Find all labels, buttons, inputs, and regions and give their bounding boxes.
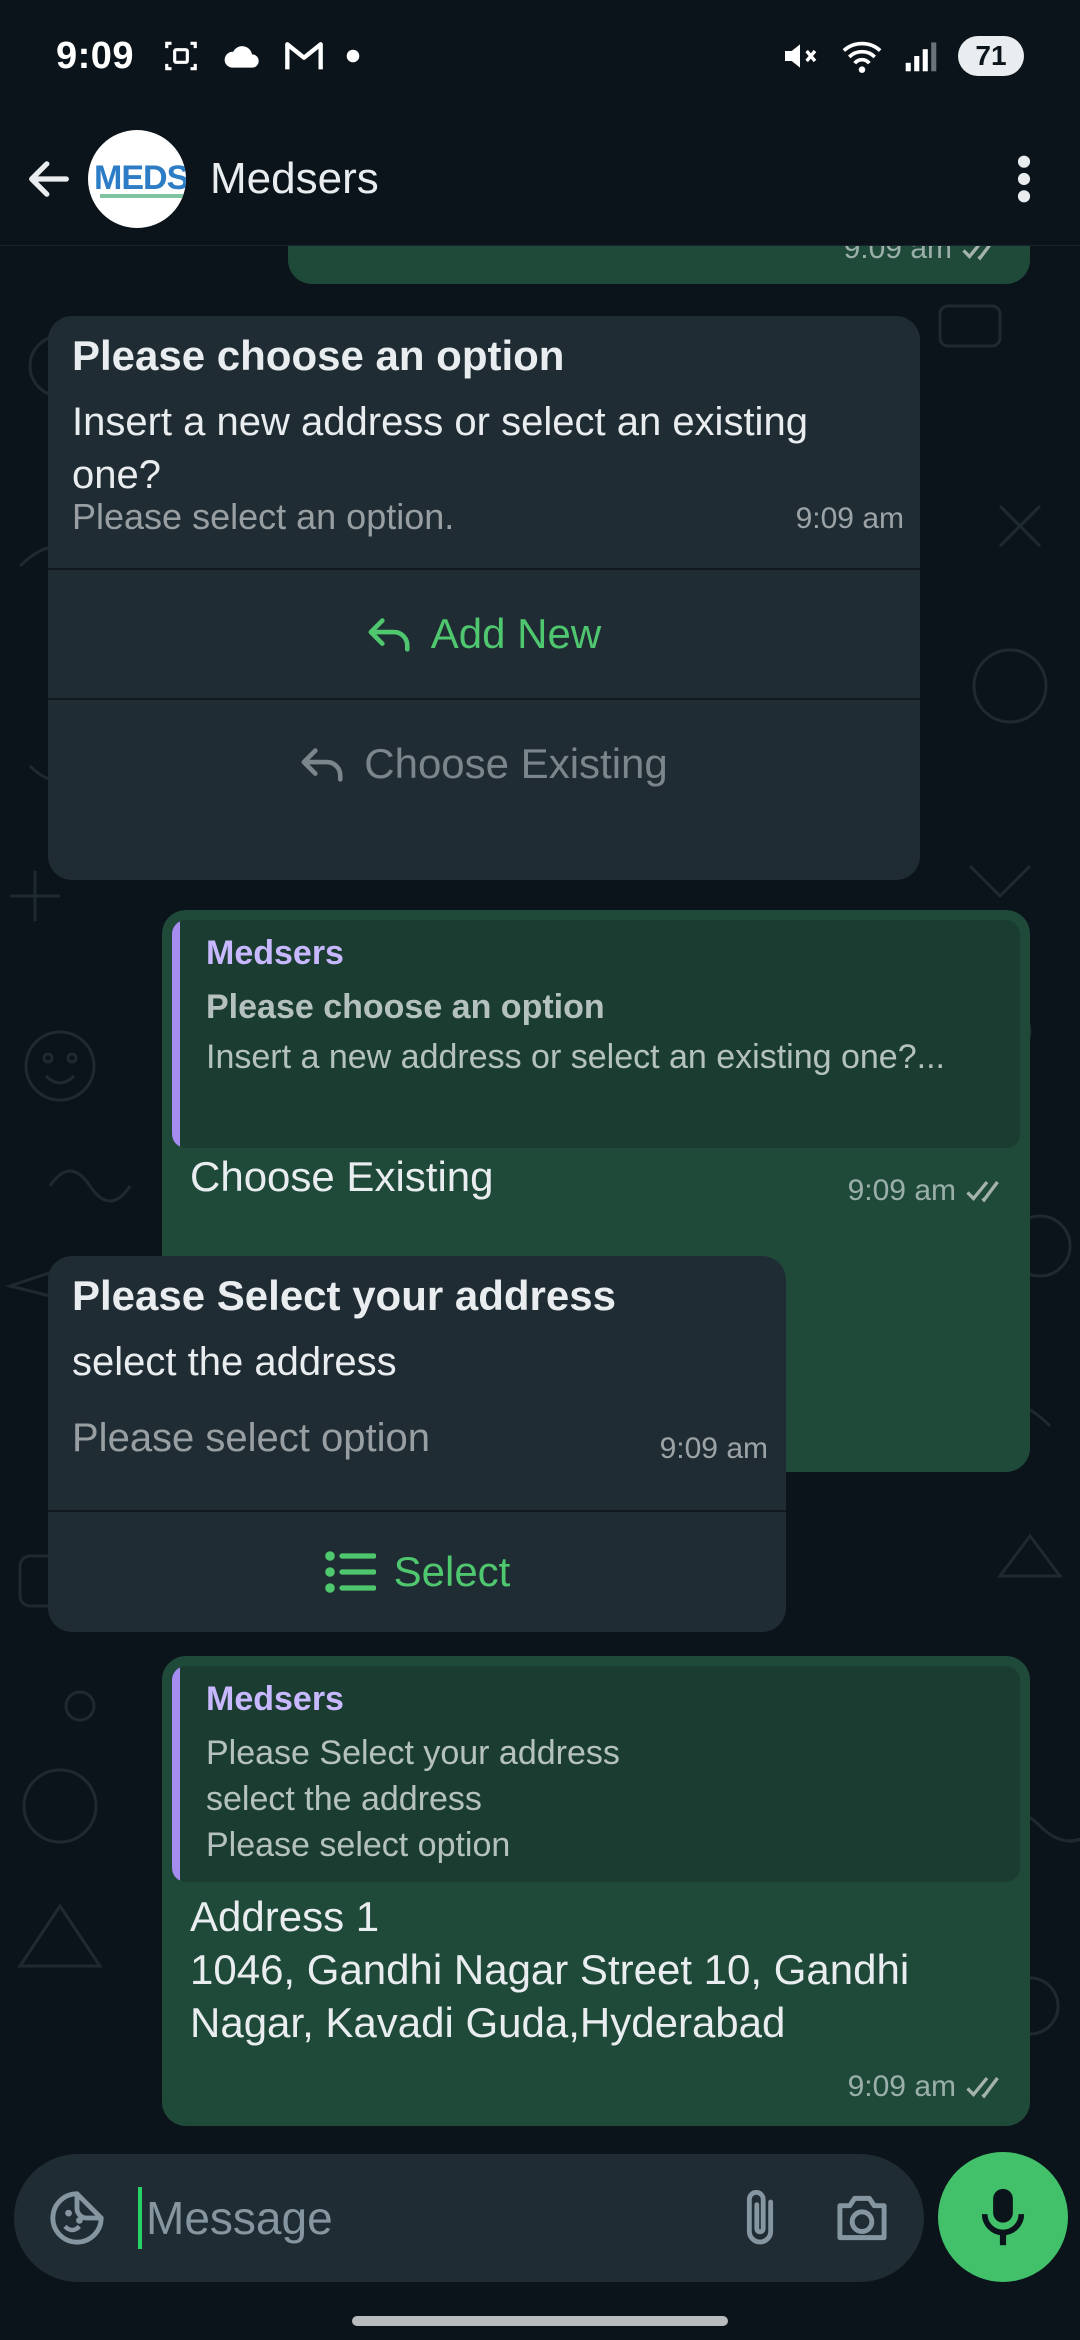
message-bubble-incoming-options: Please choose an option Insert a new add…: [48, 316, 920, 880]
screenshot-icon: [165, 41, 197, 71]
avatar-logo-text: MEDSE: [94, 159, 186, 197]
dot-icon: [346, 49, 360, 63]
message-text: Choose Existing: [190, 1153, 494, 1200]
message-title: Please choose an option: [72, 332, 565, 379]
camera-button[interactable]: [822, 2178, 902, 2258]
text-caret: [138, 2187, 142, 2249]
status-bar: 9:09 71: [0, 0, 1080, 112]
message-time: 9:09 am: [796, 502, 904, 536]
message-time: 9:09 am: [848, 1174, 1008, 1208]
gmail-icon: [285, 42, 323, 70]
double-check-icon: [966, 2076, 999, 2099]
message-timestamp: 9:09 am: [847, 2070, 956, 2103]
avatar[interactable]: MEDSE: [88, 129, 186, 228]
add-new-label: Add New: [430, 610, 602, 657]
message-text-line: 1046, Gandhi Nagar Street 10, Gandhi: [190, 1946, 910, 1993]
more-options-button[interactable]: [994, 139, 1054, 219]
quoted-message[interactable]: Medsers Please Select your address selec…: [172, 1666, 1020, 1882]
quote-bar: [172, 920, 180, 1148]
status-notification-icons: [162, 37, 360, 75]
double-check-icon: [966, 1180, 999, 1203]
message-time: 9:09 am: [848, 2070, 1008, 2104]
double-check-icon: [962, 246, 992, 261]
list-icon: [324, 1551, 376, 1593]
quote-text: Insert a new address or select an existi…: [206, 1038, 945, 1076]
avatar-logo-underline: [100, 193, 186, 198]
voice-message-button[interactable]: [938, 2152, 1068, 2282]
quote-sender: Medsers: [206, 934, 344, 972]
gesture-handle[interactable]: [352, 2316, 728, 2326]
quoted-message[interactable]: Medsers Please choose an option Insert a…: [172, 920, 1020, 1148]
more-vertical-icon: [1017, 155, 1031, 202]
add-new-button[interactable]: Add New: [48, 568, 920, 698]
message-input[interactable]: [146, 2191, 666, 2245]
sticker-icon: [50, 2191, 104, 2245]
status-time: 9:09: [56, 34, 135, 77]
chat-header: MEDSE Medsers: [0, 112, 1080, 246]
select-button[interactable]: Select: [48, 1510, 786, 1632]
message-footer: Please select option: [72, 1416, 431, 1460]
choose-existing-button[interactable]: Choose Existing: [48, 698, 920, 828]
message-time: 9:09 am: [844, 246, 1004, 266]
contact-name[interactable]: Medsers: [210, 154, 379, 204]
message-bubble-outgoing-address[interactable]: Medsers Please Select your address selec…: [162, 1656, 1030, 2126]
chat-area[interactable]: No 9:09 am Please choose an option Inser…: [0, 246, 1080, 2150]
status-system-icons: 71: [780, 36, 1024, 76]
camera-icon: [837, 2195, 887, 2241]
message-text-line: Address 1: [190, 1893, 380, 1940]
message-timestamp: 9:09 am: [795, 502, 904, 535]
choose-existing-label: Choose Existing: [364, 740, 668, 787]
wifi-icon: [842, 41, 882, 73]
paperclip-icon: [746, 2190, 774, 2245]
arrow-left-icon: [29, 160, 69, 197]
message-text-line: Nagar, Kavadi Guda,Hyderabad: [190, 1999, 786, 2046]
reply-icon: [368, 618, 410, 652]
message-body: Insert a new address or select an existi…: [72, 400, 808, 497]
message-text: No: [316, 246, 370, 257]
cloud-icon: [224, 46, 259, 68]
message-composer: [14, 2154, 924, 2282]
message-body: select the address: [72, 1340, 397, 1384]
message-time: 9:09 am: [660, 1432, 768, 1466]
message-timestamp: 9:09 am: [843, 246, 952, 265]
quote-line: Please select option: [206, 1826, 511, 1864]
message-timestamp: 9:09 am: [659, 1432, 768, 1465]
system-nav-bar: [0, 2290, 1080, 2340]
sticker-button[interactable]: [42, 2183, 112, 2253]
quote-line: Please Select your address: [206, 1734, 620, 1772]
message-footer: Please select an option.: [72, 496, 455, 537]
quote-line: select the address: [206, 1780, 482, 1818]
reply-icon: [301, 748, 343, 782]
message-timestamp: 9:09 am: [847, 1174, 956, 1207]
message-bubble-incoming-address: Please Select your address select the ad…: [48, 1256, 786, 1632]
back-button[interactable]: [14, 144, 84, 214]
select-label: Select: [393, 1548, 511, 1595]
battery-indicator: 71: [958, 36, 1024, 76]
signal-icon: [905, 42, 937, 72]
attach-button[interactable]: [720, 2178, 800, 2258]
quote-bar: [172, 1666, 180, 1882]
message-bubble-outgoing-partial[interactable]: No 9:09 am: [288, 246, 1030, 284]
message-title: Please Select your address: [72, 1272, 616, 1319]
microphone-icon: [981, 2188, 1025, 2246]
quote-title: Please choose an option: [206, 988, 605, 1026]
quote-sender: Medsers: [206, 1680, 344, 1718]
mute-icon: [785, 44, 817, 68]
